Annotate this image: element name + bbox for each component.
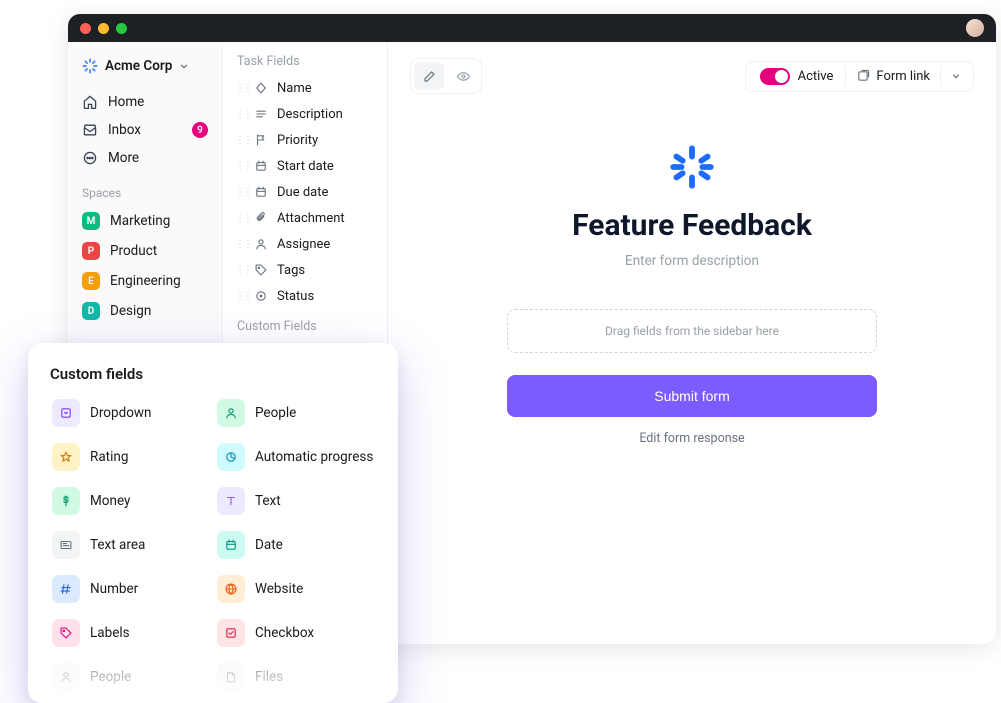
custom-field-type-labels[interactable]: Labels <box>50 617 211 649</box>
person-icon <box>253 236 269 252</box>
star-icon <box>52 443 80 471</box>
dollar-icon <box>52 487 80 515</box>
space-product[interactable]: P Product <box>76 236 214 266</box>
tag-icon <box>253 262 269 278</box>
calendar-icon <box>253 184 269 200</box>
textarea-icon <box>52 531 80 559</box>
logo-icon <box>82 58 98 74</box>
nav-home[interactable]: Home <box>76 88 214 116</box>
flag-icon <box>253 132 269 148</box>
custom-field-type-number[interactable]: Number <box>50 573 211 605</box>
task-field-item[interactable]: ⋮⋮Tags <box>231 257 379 283</box>
task-field-item[interactable]: ⋮⋮Status <box>231 283 379 309</box>
progress-icon <box>217 443 245 471</box>
tag-icon <box>52 619 80 647</box>
space-badge: P <box>82 242 100 260</box>
more-icon <box>82 150 98 166</box>
diamond-icon <box>253 80 269 96</box>
drag-handle-icon: ⋮⋮ <box>235 161 245 172</box>
form-title[interactable]: Feature Feedback <box>572 208 812 243</box>
workspace-switcher[interactable]: Acme Corp <box>76 52 214 88</box>
globe-icon <box>217 575 245 603</box>
space-badge: M <box>82 212 100 230</box>
custom-field-type-files[interactable]: Files <box>215 661 376 693</box>
window-close-icon[interactable] <box>80 23 91 34</box>
drag-handle-icon: ⋮⋮ <box>235 239 245 250</box>
active-toggle[interactable] <box>760 68 790 85</box>
form-logo-icon <box>667 142 717 192</box>
custom-field-type-rating[interactable]: Rating <box>50 441 211 473</box>
drag-handle-icon: ⋮⋮ <box>235 213 245 224</box>
submit-button[interactable]: Submit form <box>507 375 877 417</box>
preview-mode-button[interactable] <box>448 62 478 90</box>
drag-handle-icon: ⋮⋮ <box>235 265 245 276</box>
task-field-item[interactable]: ⋮⋮Attachment <box>231 205 379 231</box>
active-toggle-label: Active <box>798 69 834 84</box>
lines-icon <box>253 106 269 122</box>
calendar-icon <box>253 158 269 174</box>
task-field-item[interactable]: ⋮⋮Assignee <box>231 231 379 257</box>
custom-field-type-date[interactable]: Date <box>215 529 376 561</box>
files-icon <box>217 663 245 691</box>
task-field-item[interactable]: ⋮⋮Name <box>231 75 379 101</box>
task-fields-label: Task Fields <box>231 52 379 75</box>
drag-handle-icon: ⋮⋮ <box>235 187 245 198</box>
workspace-name: Acme Corp <box>105 58 172 74</box>
text-icon <box>217 487 245 515</box>
person-icon <box>52 663 80 691</box>
nav-more[interactable]: More <box>76 144 214 172</box>
circle-dot-icon <box>253 288 269 304</box>
window-zoom-icon[interactable] <box>116 23 127 34</box>
person-icon <box>217 399 245 427</box>
chevron-down-icon <box>179 61 189 71</box>
custom-field-type-text[interactable]: Text <box>215 485 376 517</box>
form-canvas: Active Form link Feature Feedback Enter <box>388 42 996 644</box>
custom-field-type-checkbox[interactable]: Checkbox <box>215 617 376 649</box>
space-badge: E <box>82 272 100 290</box>
form-link-button[interactable]: Form link <box>850 67 936 86</box>
custom-field-type-people[interactable]: People <box>215 397 376 429</box>
custom-field-type-automatic-progress[interactable]: Automatic progress <box>215 441 376 473</box>
task-field-item[interactable]: ⋮⋮Due date <box>231 179 379 205</box>
custom-fields-label: Custom Fields <box>231 317 379 340</box>
custom-field-type-website[interactable]: Website <box>215 573 376 605</box>
edit-response-link[interactable]: Edit form response <box>639 431 744 446</box>
task-field-item[interactable]: ⋮⋮Start date <box>231 153 379 179</box>
custom-field-type-people[interactable]: People <box>50 661 211 693</box>
avatar[interactable] <box>966 19 984 37</box>
drag-handle-icon: ⋮⋮ <box>235 83 245 94</box>
link-icon <box>856 69 870 83</box>
popover-title: Custom fields <box>50 365 376 383</box>
toolbar: Active Form link <box>410 58 974 94</box>
home-icon <box>82 94 98 110</box>
titlebar <box>68 14 996 42</box>
paperclip-icon <box>253 210 269 226</box>
edit-mode-button[interactable] <box>414 62 444 90</box>
drag-handle-icon: ⋮⋮ <box>235 291 245 302</box>
space-design[interactable]: D Design <box>76 296 214 326</box>
dropdown-icon <box>52 399 80 427</box>
drag-handle-icon: ⋮⋮ <box>235 109 245 120</box>
custom-field-type-text-area[interactable]: Text area <box>50 529 211 561</box>
spaces-label: Spaces <box>76 172 214 206</box>
hash-icon <box>52 575 80 603</box>
calendar-icon <box>217 531 245 559</box>
form-link-dropdown[interactable] <box>945 69 967 83</box>
custom-field-type-money[interactable]: Money <box>50 485 211 517</box>
drop-zone[interactable]: Drag fields from the sidebar here <box>507 309 877 353</box>
window-minimize-icon[interactable] <box>98 23 109 34</box>
space-badge: D <box>82 302 100 320</box>
space-marketing[interactable]: M Marketing <box>76 206 214 236</box>
checkbox-icon <box>217 619 245 647</box>
space-engineering[interactable]: E Engineering <box>76 266 214 296</box>
custom-field-type-dropdown[interactable]: Dropdown <box>50 397 211 429</box>
nav-inbox[interactable]: Inbox 9 <box>76 116 214 144</box>
drag-handle-icon: ⋮⋮ <box>235 135 245 146</box>
form-description[interactable]: Enter form description <box>625 253 759 269</box>
inbox-icon <box>82 122 98 138</box>
task-field-item[interactable]: ⋮⋮Priority <box>231 127 379 153</box>
inbox-badge: 9 <box>192 122 208 138</box>
task-field-item[interactable]: ⋮⋮Description <box>231 101 379 127</box>
custom-fields-popover: Custom fields DropdownPeopleRatingAutoma… <box>28 343 398 703</box>
